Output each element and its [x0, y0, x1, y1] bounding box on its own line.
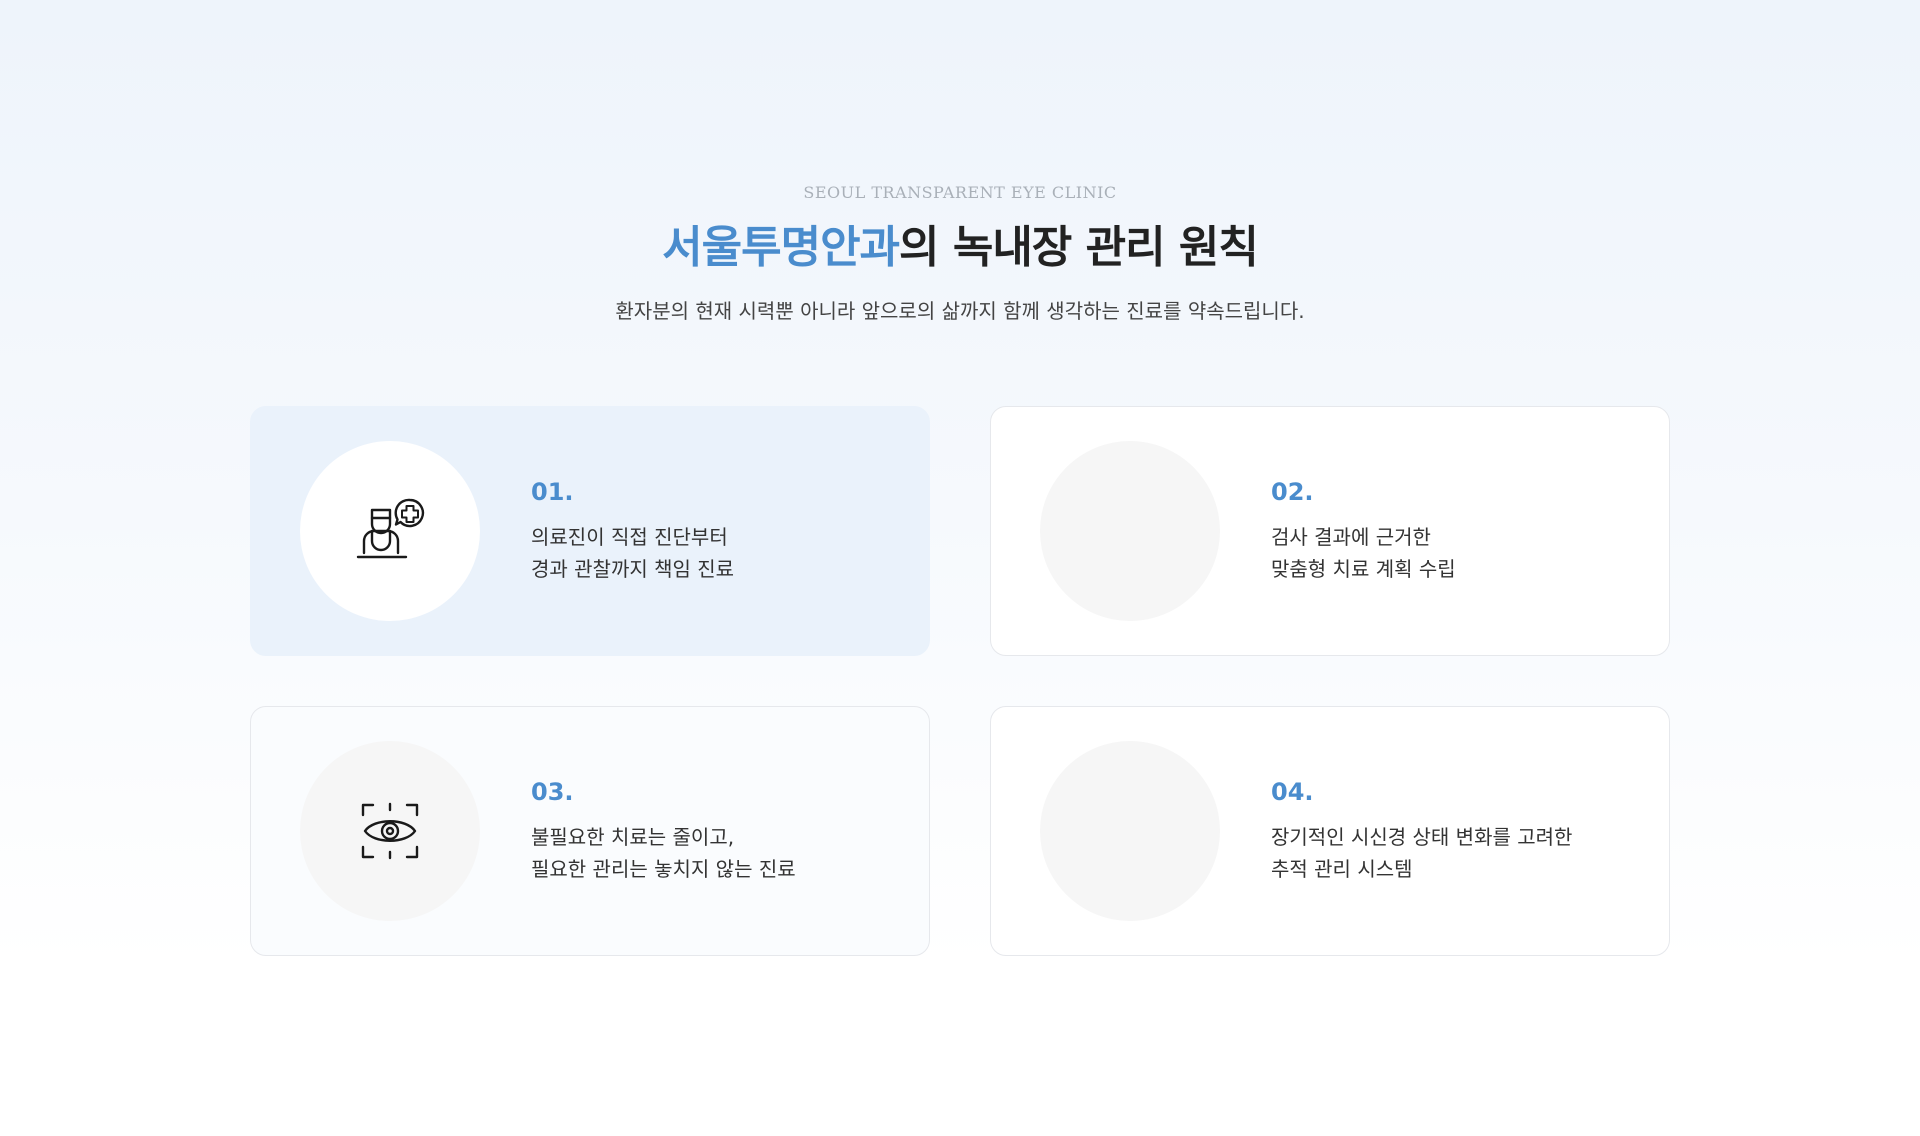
card-text: 02. 검사 결과에 근거한 맞춤형 치료 계획 수립	[1271, 477, 1456, 585]
card-description: 의료진이 직접 진단부터 경과 관찰까지 책임 진료	[531, 521, 734, 585]
principle-card-4[interactable]: 04. 장기적인 시신경 상태 변화를 고려한 추적 관리 시스템	[990, 706, 1670, 956]
eye-scan-icon	[361, 802, 419, 860]
card-line-2: 추적 관리 시스템	[1271, 857, 1413, 881]
card-line-2: 경과 관찰까지 책임 진료	[531, 557, 735, 581]
card-text: 03. 불필요한 치료는 줄이고, 필요한 관리는 놓치지 않는 진료	[531, 777, 796, 885]
card-number: 02.	[1271, 478, 1314, 506]
card-line-1: 의료진이 직접 진단부터	[531, 525, 728, 549]
icon-circle	[1040, 741, 1220, 921]
icon-circle	[300, 441, 480, 621]
card-description: 불필요한 치료는 줄이고, 필요한 관리는 놓치지 않는 진료	[531, 821, 796, 885]
principles-grid: 01. 의료진이 직접 진단부터 경과 관찰까지 책임 진료 02. 검사 결과…	[250, 406, 1670, 956]
icon-circle	[300, 741, 480, 921]
section-header: SEOUL TRANSPARENT EYE CLINIC 서울투명안과의 녹내장…	[0, 182, 1920, 326]
card-number: 03.	[531, 778, 574, 806]
page-subtitle: 환자분의 현재 시력뿐 아니라 앞으로의 삶까지 함께 생각하는 진료를 약속드…	[615, 299, 1305, 323]
title-accent: 서울투명안과	[662, 222, 900, 273]
icon-circle	[1040, 441, 1220, 621]
eyebrow-text: SEOUL TRANSPARENT EYE CLINIC	[803, 183, 1117, 202]
card-description: 장기적인 시신경 상태 변화를 고려한 추적 관리 시스템	[1271, 821, 1572, 885]
card-line-2: 필요한 관리는 놓치지 않는 진료	[531, 857, 796, 881]
card-line-1: 검사 결과에 근거한	[1271, 525, 1431, 549]
card-line-1: 불필요한 치료는 줄이고,	[531, 825, 735, 849]
doctor-icon	[356, 498, 425, 559]
card-description: 검사 결과에 근거한 맞춤형 치료 계획 수립	[1271, 521, 1456, 585]
card-text: 01. 의료진이 직접 진단부터 경과 관찰까지 책임 진료	[531, 477, 734, 585]
principle-card-3[interactable]: 03. 불필요한 치료는 줄이고, 필요한 관리는 놓치지 않는 진료	[250, 706, 930, 956]
card-number: 01.	[531, 478, 574, 506]
title-rest: 의 녹내장 관리 원칙	[899, 222, 1259, 273]
card-line-1: 장기적인 시신경 상태 변화를 고려한	[1271, 825, 1573, 849]
card-number: 04.	[1271, 778, 1314, 806]
principle-card-2[interactable]: 02. 검사 결과에 근거한 맞춤형 치료 계획 수립	[990, 406, 1670, 656]
card-line-2: 맞춤형 치료 계획 수립	[1271, 557, 1456, 581]
principle-card-1[interactable]: 01. 의료진이 직접 진단부터 경과 관찰까지 책임 진료	[250, 406, 930, 656]
page-title: 서울투명안과의 녹내장 관리 원칙	[0, 220, 1920, 276]
card-text: 04. 장기적인 시신경 상태 변화를 고려한 추적 관리 시스템	[1271, 777, 1572, 885]
